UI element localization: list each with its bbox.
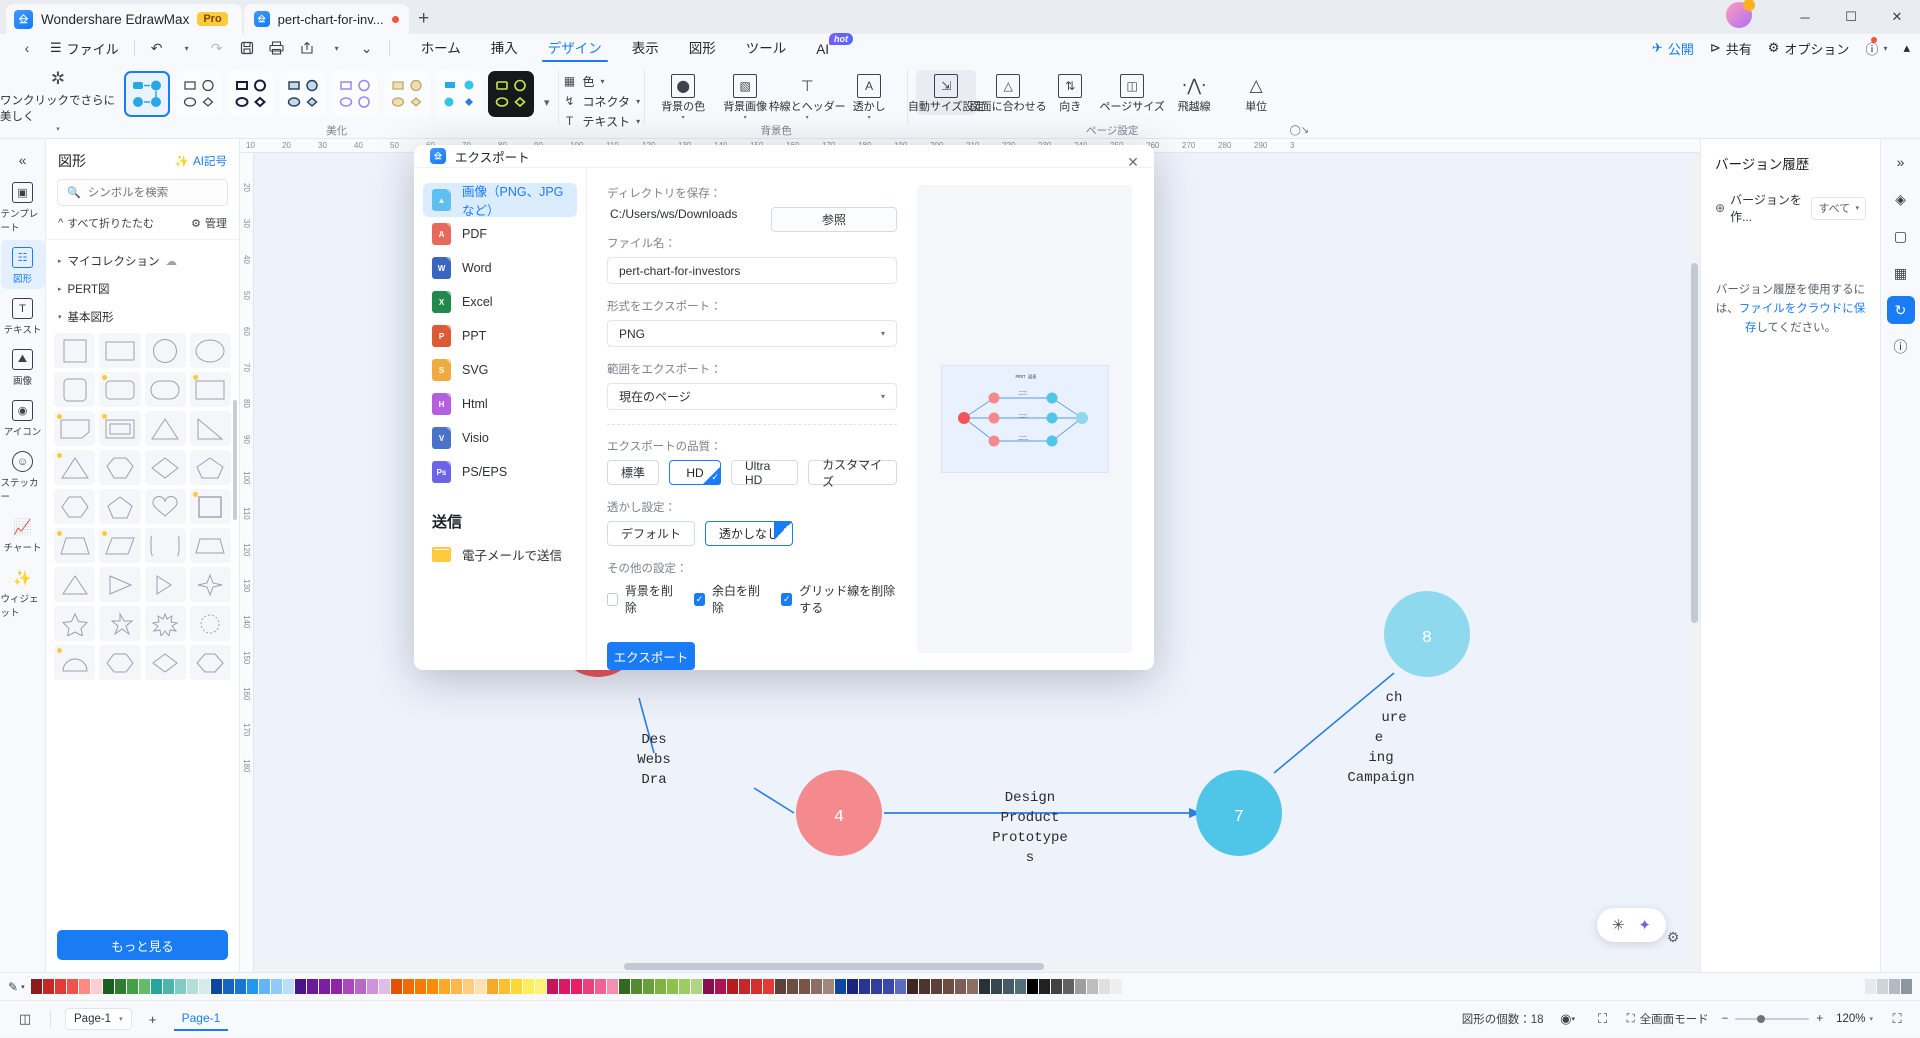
checkbox-remove-background[interactable]: 背景を削除 — [607, 582, 673, 616]
export-dialog-title: エクスポート — [455, 150, 530, 165]
format-option-visio[interactable]: V Visio — [423, 421, 577, 455]
export-dialog-header: ⎒ エクスポート ✕ — [414, 145, 1154, 171]
export-button[interactable]: エクスポート — [607, 642, 695, 670]
excel-file-icon: X — [432, 291, 451, 313]
quality-hd-button[interactable]: HD ✓ — [669, 460, 721, 485]
word-file-icon: W — [432, 257, 451, 279]
checkbox-label-remove-gridlines: グリッド線を削除する — [799, 584, 896, 615]
quality-custom-button[interactable]: カスタマイズ — [808, 458, 897, 489]
format-label-word: Word — [462, 261, 492, 275]
export-dialog-body: ▲ 画像（PNG、JPG など） A PDF W Word X Excel P … — [414, 168, 1154, 670]
quality-ultrahd-button[interactable]: Ultra HD — [731, 459, 799, 487]
check-icon: ✓ — [782, 523, 791, 533]
format-value: PNG — [619, 326, 646, 341]
format-label-ppt: PPT — [462, 329, 487, 343]
export-format-list: ▲ 画像（PNG、JPG など） A PDF W Word X Excel P … — [414, 168, 587, 670]
svg-text:Campaign: Campaign — [1017, 438, 1028, 441]
format-label-html: Html — [462, 397, 488, 411]
export-preview-column: PERT 図表 Design Website Design Product La… — [917, 168, 1154, 670]
format-label-svg: SVG — [462, 363, 489, 377]
range-label: 範囲をエクスポート： — [607, 364, 722, 376]
ps-eps-file-icon: Ps — [432, 461, 451, 483]
checkbox-label-remove-background: 背景を削除 — [624, 584, 673, 615]
send-email-option[interactable]: 電子メールで送信 — [423, 538, 577, 570]
svg-text:Product: Product — [1018, 416, 1028, 419]
checkbox-box: ✓ — [694, 592, 705, 606]
format-option-pseps[interactable]: Ps PS/EPS — [423, 455, 577, 489]
filename-input[interactable]: pert-chart-for-investors — [607, 257, 897, 284]
format-option-html[interactable]: H Html — [423, 387, 577, 421]
edrawmax-window: ⎒ Wondershare EdrawMax Pro ⎒ pert-chart-… — [0, 0, 1920, 1038]
checkbox-remove-margin[interactable]: ✓ 余白を削除 — [694, 582, 760, 616]
mail-icon — [432, 546, 451, 562]
other-settings-label: その他の設定： — [607, 563, 688, 575]
other-settings-checkboxes: 背景を削除 ✓ 余白を削除 ✓ グリッド線を削除する — [607, 582, 897, 616]
watermark-default-button[interactable]: デフォルト — [607, 521, 696, 546]
svg-file-icon: S — [432, 359, 451, 381]
svg-text:Website: Website — [1018, 393, 1028, 396]
format-label-image: 画像（PNG、JPG など） — [462, 185, 564, 218]
dialog-overlay: ⎒ エクスポート ✕ ▲ 画像（PNG、JPG など） A PDF W Word… — [0, 0, 1920, 1038]
quality-hd-label: HD — [686, 465, 704, 480]
format-option-excel[interactable]: X Excel — [423, 285, 577, 319]
quality-label: エクスポートの品質： — [607, 441, 722, 453]
filename-value: pert-chart-for-investors — [619, 263, 741, 278]
preview-title: PERT 図表 — [1015, 373, 1037, 380]
watermark-none-label: 透かしなし — [719, 527, 780, 541]
export-preview-image: PERT 図表 Design Website Design Product La… — [940, 365, 1109, 473]
quality-standard-button[interactable]: 標準 — [607, 460, 659, 485]
edraw-logo-icon: ⎒ — [430, 148, 446, 164]
image-file-icon: ▲ — [432, 189, 451, 211]
chevron-down-icon: ▾ — [880, 329, 885, 338]
watermark-options: デフォルト 透かしなし ✓ — [607, 521, 897, 546]
check-icon: ✓ — [711, 472, 719, 482]
quality-options: 標準 HD ✓ Ultra HD カスタマイズ — [607, 458, 897, 489]
send-section-title: 送信 — [432, 514, 463, 531]
browse-button[interactable]: 参照 — [771, 207, 897, 232]
close-icon[interactable]: ✕ — [1124, 153, 1142, 171]
directory-row: C:/Users/ws/Downloads 参照 — [607, 207, 897, 235]
export-preview-box: PERT 図表 Design Website Design Product La… — [917, 185, 1132, 653]
export-settings-column: ディレクトリを保存： C:/Users/ws/Downloads 参照 ファイル… — [587, 168, 917, 670]
watermark-label: 透かし設定： — [607, 502, 676, 514]
html-file-icon: H — [432, 393, 451, 415]
checkbox-remove-gridlines[interactable]: ✓ グリッド線を削除する — [781, 582, 897, 616]
checkbox-box: ✓ — [781, 592, 793, 606]
format-select[interactable]: PNG ▾ — [607, 320, 897, 347]
range-value: 現在のページ — [619, 390, 691, 404]
format-option-svg[interactable]: S SVG — [423, 353, 577, 387]
directory-value: C:/Users/ws/Downloads — [610, 207, 738, 221]
format-label-visio: Visio — [462, 431, 489, 445]
visio-file-icon: V — [432, 427, 451, 449]
pdf-file-icon: A — [432, 223, 451, 245]
format-label: 形式をエクスポート： — [607, 301, 722, 313]
checkbox-box — [607, 592, 618, 606]
directory-label: ディレクトリを保存： — [607, 188, 722, 200]
format-label-pdf: PDF — [462, 227, 487, 241]
export-dialog: ⎒ エクスポート ✕ ▲ 画像（PNG、JPG など） A PDF W Word… — [414, 145, 1154, 670]
chevron-down-icon: ▾ — [880, 392, 885, 401]
format-option-pdf[interactable]: A PDF — [423, 217, 577, 251]
format-option-ppt[interactable]: P PPT — [423, 319, 577, 353]
checkbox-label-remove-margin: 余白を削除 — [711, 584, 760, 615]
format-option-word[interactable]: W Word — [423, 251, 577, 285]
ppt-file-icon: P — [432, 325, 451, 347]
range-select[interactable]: 現在のページ ▾ — [607, 383, 897, 410]
format-label-excel: Excel — [462, 295, 493, 309]
watermark-none-button[interactable]: 透かしなし ✓ — [705, 521, 794, 546]
divider — [607, 424, 897, 425]
send-email-label: 電子メールで送信 — [462, 548, 563, 563]
format-label-pseps: PS/EPS — [462, 465, 508, 479]
filename-label: ファイル名： — [607, 238, 676, 250]
format-option-image[interactable]: ▲ 画像（PNG、JPG など） — [423, 183, 577, 218]
